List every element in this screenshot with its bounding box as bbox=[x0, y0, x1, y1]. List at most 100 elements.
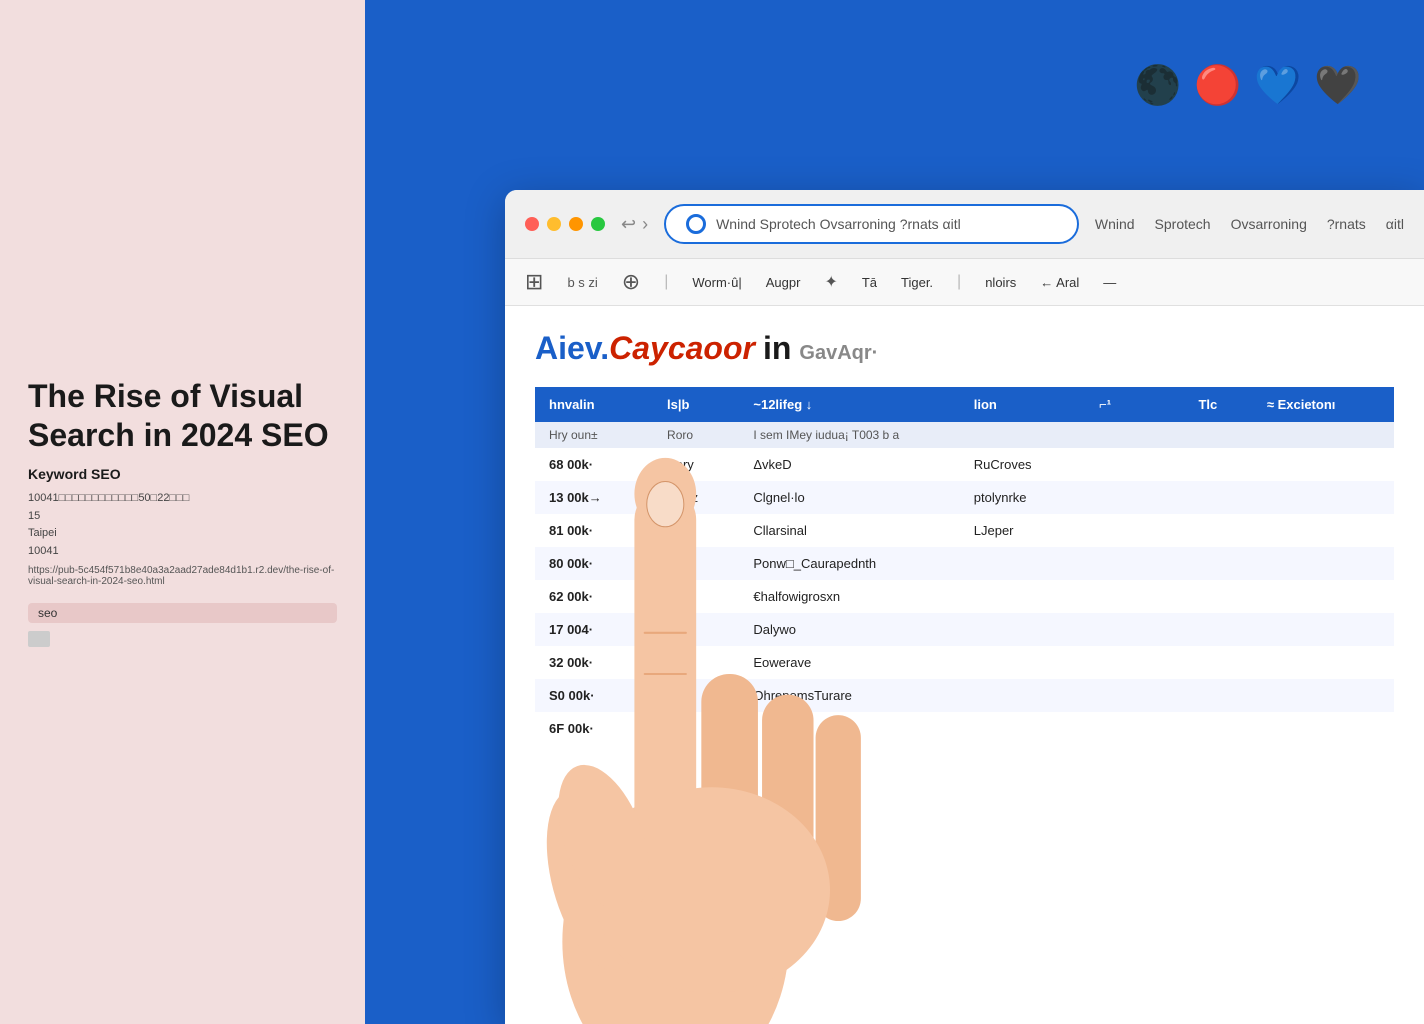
td-5-3: €halfowigrosxn bbox=[739, 580, 959, 613]
td-5-1: 62 00k· bbox=[535, 580, 653, 613]
tl-yellow[interactable] bbox=[547, 217, 561, 231]
th-6 bbox=[1144, 387, 1185, 422]
td-2-1: 13 00k→ bbox=[535, 481, 653, 514]
browser-toolbar: ↩ › Wnind Sprotech Ovsarroning ?rnats αi… bbox=[505, 190, 1424, 259]
td-3-1: 81 00k· bbox=[535, 514, 653, 547]
heading-part2: Caycaoor bbox=[609, 330, 755, 367]
th-7: Tlc bbox=[1184, 387, 1252, 422]
tsh-1: Hry oun± bbox=[535, 422, 653, 448]
th-8: ≈ Excietonı bbox=[1253, 387, 1394, 422]
forward-icon[interactable]: › bbox=[642, 214, 648, 235]
nav-tab-nloirs[interactable]: nloirs bbox=[985, 275, 1016, 290]
nav-sep-2: | bbox=[957, 273, 961, 291]
browser-nav: ⊞ b s zi ⊕ | Worm·û| Augpr ✦ Tā Tiger. |… bbox=[505, 259, 1424, 306]
nav-tab-aral[interactable]: ← Aral bbox=[1040, 275, 1079, 290]
table-header-row: hnvalin ls|b ~12lifeg ↓ lion ⌐¹ Tlc ≈ Ex… bbox=[535, 387, 1394, 422]
tl-red[interactable] bbox=[525, 217, 539, 231]
td-7-2: Bory bbox=[653, 646, 739, 679]
icon-moon: 🌑 bbox=[1132, 60, 1184, 112]
nav-text-1: b s zi bbox=[567, 275, 597, 290]
tsh-3: I sem IMey iudua¡ T003 b a bbox=[739, 422, 1085, 448]
td-6-3: Dalywo bbox=[739, 613, 959, 646]
heading-part1: Aiev. bbox=[535, 330, 609, 367]
data-table: hnvalin ls|b ~12lifeg ↓ lion ⌐¹ Tlc ≈ Ex… bbox=[535, 387, 1394, 745]
tl-orange[interactable] bbox=[569, 217, 583, 231]
nav-tab-augpr[interactable]: Augpr bbox=[766, 275, 801, 290]
td-2-3: Clgnel·lo bbox=[739, 481, 959, 514]
th-2: ls|b bbox=[653, 387, 739, 422]
sidebar: The Rise of Visual Search in 2024 SEO Ke… bbox=[0, 0, 365, 1024]
td-5-2: Bury bbox=[653, 580, 739, 613]
td-6-2: RyLz bbox=[653, 613, 739, 646]
browser-icons: 🌑 🔴 💙 🖤 bbox=[1132, 60, 1364, 112]
td-2-2: ByRz bbox=[653, 481, 739, 514]
heading-part3: in bbox=[763, 330, 791, 367]
td-8-1: S0 00k· bbox=[535, 679, 653, 712]
nav-tab-worm[interactable]: Worm·û| bbox=[692, 275, 741, 290]
table-row: S0 00k· Nilly OhrepemsTurare bbox=[535, 679, 1394, 712]
table-row: 17 004· RyLz Dalywo bbox=[535, 613, 1394, 646]
sidebar-meta: 10041□□□□□□□□□□□□50□22□□□ 15 Taipei 1004… bbox=[28, 490, 337, 560]
heading-part4: GavAqr· bbox=[799, 342, 878, 365]
td-3-3: Cllarsinal bbox=[739, 514, 959, 547]
page-title: The Rise of Visual Search in 2024 SEO bbox=[28, 377, 337, 454]
th-1: hnvalin bbox=[535, 387, 653, 422]
icon-red: 🔴 bbox=[1192, 60, 1244, 112]
browser-menu: Wnind Sprotech Ovsarroning ?rnats αitl bbox=[1095, 216, 1404, 232]
sidebar-url: https://pub-5c454f571b8e40a3a2aad27ade84… bbox=[28, 565, 337, 587]
browser-content: Aiev. Caycaoor in GavAqr· hnvalin ls|b ~… bbox=[505, 306, 1424, 769]
address-text: Wnind Sprotech Ovsarroning ?rnats αitl bbox=[716, 216, 1057, 232]
menu-item-2[interactable]: Sprotech bbox=[1155, 216, 1211, 232]
back-icon[interactable]: ↩ bbox=[621, 214, 636, 235]
address-icon bbox=[686, 214, 706, 234]
menu-item-4[interactable]: ?rnats bbox=[1327, 216, 1366, 232]
table-row: 68 00k· Eory ΔvkeD RuCroves bbox=[535, 448, 1394, 481]
nav-icon-1[interactable]: ⊞ bbox=[525, 269, 543, 295]
table-row: 6F 00k· bbox=[535, 712, 1394, 745]
td-4-3: Ponw□_Caurapednth bbox=[739, 547, 959, 580]
nav-sep-1: | bbox=[664, 273, 668, 291]
menu-item-1[interactable]: Wnind bbox=[1095, 216, 1135, 232]
td-7-1: 32 00k· bbox=[535, 646, 653, 679]
main-area: 🌑 🔴 💙 🖤 ↩ › Wnind Sprotech Ovsarroning ?… bbox=[365, 0, 1424, 1024]
td-4-1: 80 00k· bbox=[535, 547, 653, 580]
nav-tab-end: — bbox=[1103, 275, 1116, 290]
td-1-1: 68 00k· bbox=[535, 448, 653, 481]
th-4: lion bbox=[960, 387, 1085, 422]
address-bar[interactable]: Wnind Sprotech Ovsarroning ?rnats αitl bbox=[664, 204, 1079, 244]
td-4-2: ByLz bbox=[653, 547, 739, 580]
td-3-4: LJeper bbox=[960, 514, 1085, 547]
table-row: 32 00k· Bory Eowerave bbox=[535, 646, 1394, 679]
icon-blue: 💙 bbox=[1252, 60, 1304, 112]
menu-item-5[interactable]: αitl bbox=[1386, 216, 1404, 232]
td-1-3: ΔvkeD bbox=[739, 448, 959, 481]
nav-buttons: ↩ › bbox=[621, 214, 648, 235]
table-row: 62 00k· Bury €halfowigrosxn bbox=[535, 580, 1394, 613]
td-9-1: 6F 00k· bbox=[535, 712, 653, 745]
nav-icon-2[interactable]: ⊕ bbox=[622, 269, 640, 295]
td-3-2: Egry bbox=[653, 514, 739, 547]
tl-green[interactable] bbox=[591, 217, 605, 231]
table-row: 81 00k· Egry Cllarsinal LJeper bbox=[535, 514, 1394, 547]
nav-tab-tiger[interactable]: Tiger. bbox=[901, 275, 933, 290]
td-2-4: ptolynrke bbox=[960, 481, 1085, 514]
td-8-2: Nilly bbox=[653, 679, 739, 712]
traffic-lights bbox=[525, 217, 605, 231]
sidebar-tag[interactable]: seo bbox=[28, 603, 337, 623]
th-3: ~12lifeg ↓ bbox=[739, 387, 959, 422]
td-8-3: OhrepemsTurare bbox=[739, 679, 959, 712]
page-heading: Aiev. Caycaoor in GavAqr· bbox=[535, 330, 1394, 367]
td-7-3: Eowerave bbox=[739, 646, 959, 679]
td-1-2: Eory bbox=[653, 448, 739, 481]
table-row: 80 00k· ByLz Ponw□_Caurapednth bbox=[535, 547, 1394, 580]
table-subheader-row: Hry oun± Roro I sem IMey iudua¡ T003 b a bbox=[535, 422, 1394, 448]
icon-dark: 🖤 bbox=[1312, 60, 1364, 112]
nav-tab-ta[interactable]: Tā bbox=[862, 275, 877, 290]
nav-icon-3: ✦ bbox=[824, 272, 837, 292]
td-6-1: 17 004· bbox=[535, 613, 653, 646]
tsh-2: Roro bbox=[653, 422, 739, 448]
sidebar-subtitle: Keyword SEO bbox=[28, 466, 337, 482]
table-row: 13 00k→ ByRz Clgnel·lo ptolynrke bbox=[535, 481, 1394, 514]
td-1-4: RuCroves bbox=[960, 448, 1085, 481]
menu-item-3[interactable]: Ovsarroning bbox=[1231, 216, 1307, 232]
